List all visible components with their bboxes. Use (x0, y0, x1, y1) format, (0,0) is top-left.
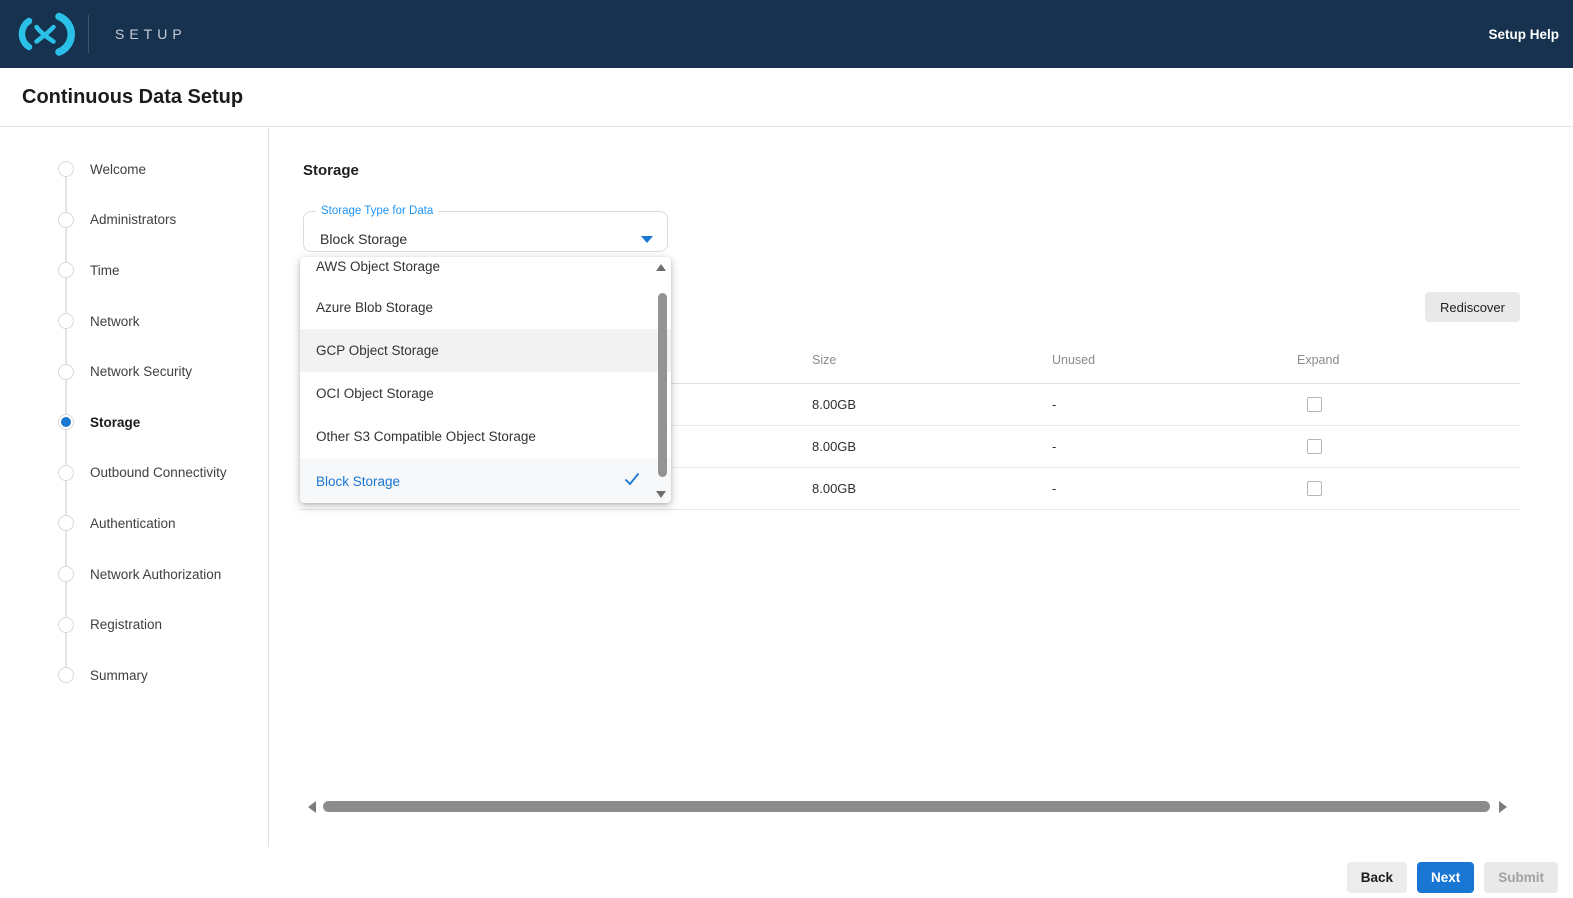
sidebar-step-authentication[interactable]: Authentication (58, 498, 268, 549)
expand-checkbox[interactable] (1307, 439, 1322, 454)
sidebar-step-network-authorization[interactable]: Network Authorization (58, 549, 268, 600)
step-label: Registration (90, 617, 162, 632)
sidebar-step-welcome[interactable]: Welcome (58, 144, 268, 195)
horizontal-scrollbar (300, 799, 1520, 814)
storage-type-dropdown-menu: AWS Object Storage Azure Blob Storage GC… (300, 257, 671, 503)
sidebar-step-time[interactable]: Time (58, 245, 268, 296)
topbar-divider (88, 15, 89, 53)
dropdown-option-other-s3-compatible-object-storage[interactable]: Other S3 Compatible Object Storage (300, 415, 671, 458)
delphix-logo-icon (14, 11, 80, 57)
step-label: Time (90, 263, 120, 278)
cell-unused: - (1050, 397, 1295, 412)
cell-unused: - (1050, 439, 1295, 454)
storage-type-select[interactable]: Storage Type for Data Block Storage (303, 205, 668, 252)
chevron-down-icon (641, 236, 653, 243)
dropdown-option-block-storage[interactable]: Block Storage (300, 458, 671, 503)
cell-size: 8.00GB (810, 481, 1050, 496)
selected-check-icon (623, 470, 641, 488)
step-circle-icon (58, 414, 74, 430)
scroll-left-icon[interactable] (308, 801, 316, 813)
sidebar-step-summary[interactable]: Summary (58, 650, 268, 701)
step-label: Network Security (90, 364, 192, 379)
section-title: Storage (303, 162, 359, 179)
step-circle-icon (58, 515, 74, 531)
page-title: Continuous Data Setup (22, 86, 243, 109)
step-label: Administrators (90, 212, 176, 227)
dropdown-option-gcp-object-storage[interactable]: GCP Object Storage (300, 329, 671, 372)
cell-size: 8.00GB (810, 397, 1050, 412)
expand-checkbox[interactable] (1307, 397, 1322, 412)
step-label: Outbound Connectivity (90, 465, 227, 480)
submit-button[interactable]: Submit (1484, 862, 1558, 893)
column-header-unused: Unused (1050, 353, 1295, 367)
cell-size: 8.00GB (810, 439, 1050, 454)
step-label: Network Authorization (90, 567, 221, 582)
step-circle-icon (58, 667, 74, 683)
dropdown-option-label: Other S3 Compatible Object Storage (316, 429, 536, 444)
step-circle-icon (58, 262, 74, 278)
sidebar-divider (268, 128, 269, 847)
setup-wizard-screen: SETUP Setup Help Continuous Data Setup W… (0, 0, 1573, 898)
menu-scroll-down-icon[interactable] (656, 491, 666, 498)
expand-checkbox[interactable] (1307, 481, 1322, 496)
sidebar-step-network[interactable]: Network (58, 296, 268, 347)
sidebar-step-administrators[interactable]: Administrators (58, 195, 268, 246)
cell-unused: - (1050, 481, 1295, 496)
step-label: Network (90, 314, 140, 329)
menu-scrollbar-thumb[interactable] (658, 293, 667, 477)
step-label: Storage (90, 415, 140, 430)
horizontal-scrollbar-thumb[interactable] (323, 801, 1490, 812)
next-button[interactable]: Next (1417, 862, 1474, 893)
menu-scroll-up-icon[interactable] (656, 264, 666, 271)
column-header-size: Size (810, 353, 1050, 367)
scroll-right-icon[interactable] (1499, 801, 1507, 813)
sidebar-step-outbound-connectivity[interactable]: Outbound Connectivity (58, 448, 268, 499)
step-circle-icon (58, 313, 74, 329)
dropdown-option-aws-object-storage[interactable]: AWS Object Storage (300, 257, 671, 286)
back-button[interactable]: Back (1347, 862, 1407, 893)
step-label: Authentication (90, 516, 176, 531)
step-circle-icon (58, 212, 74, 228)
dropdown-option-oci-object-storage[interactable]: OCI Object Storage (300, 372, 671, 415)
wizard-stepper: Welcome Administrators Time Network Netw… (58, 144, 268, 701)
dropdown-option-azure-blob-storage[interactable]: Azure Blob Storage (300, 286, 671, 329)
footer-actions: Back Next Submit (1347, 862, 1558, 893)
sidebar-step-network-security[interactable]: Network Security (58, 346, 268, 397)
setup-help-link[interactable]: Setup Help (1488, 27, 1559, 42)
step-label: Summary (90, 668, 148, 683)
sidebar-step-registration[interactable]: Registration (58, 599, 268, 650)
dropdown-option-label: Azure Blob Storage (316, 300, 433, 315)
rediscover-button[interactable]: Rediscover (1425, 292, 1520, 322)
step-label: Welcome (90, 162, 146, 177)
step-circle-icon (58, 617, 74, 633)
dropdown-option-label: OCI Object Storage (316, 386, 434, 401)
product-label: SETUP (115, 26, 187, 42)
step-circle-icon (58, 364, 74, 380)
step-circle-icon (58, 161, 74, 177)
top-bar: SETUP Setup Help (0, 0, 1573, 68)
dropdown-option-label: AWS Object Storage (316, 259, 440, 274)
storage-type-select-value: Block Storage (320, 231, 407, 247)
dropdown-option-label: Block Storage (316, 474, 400, 489)
storage-type-select-label: Storage Type for Data (316, 205, 438, 217)
sidebar-step-storage[interactable]: Storage (58, 397, 268, 448)
column-header-expand: Expand (1295, 353, 1520, 367)
step-circle-icon (58, 465, 74, 481)
dropdown-option-label: GCP Object Storage (316, 343, 439, 358)
page-header: Continuous Data Setup (0, 68, 1573, 127)
step-circle-icon (58, 566, 74, 582)
